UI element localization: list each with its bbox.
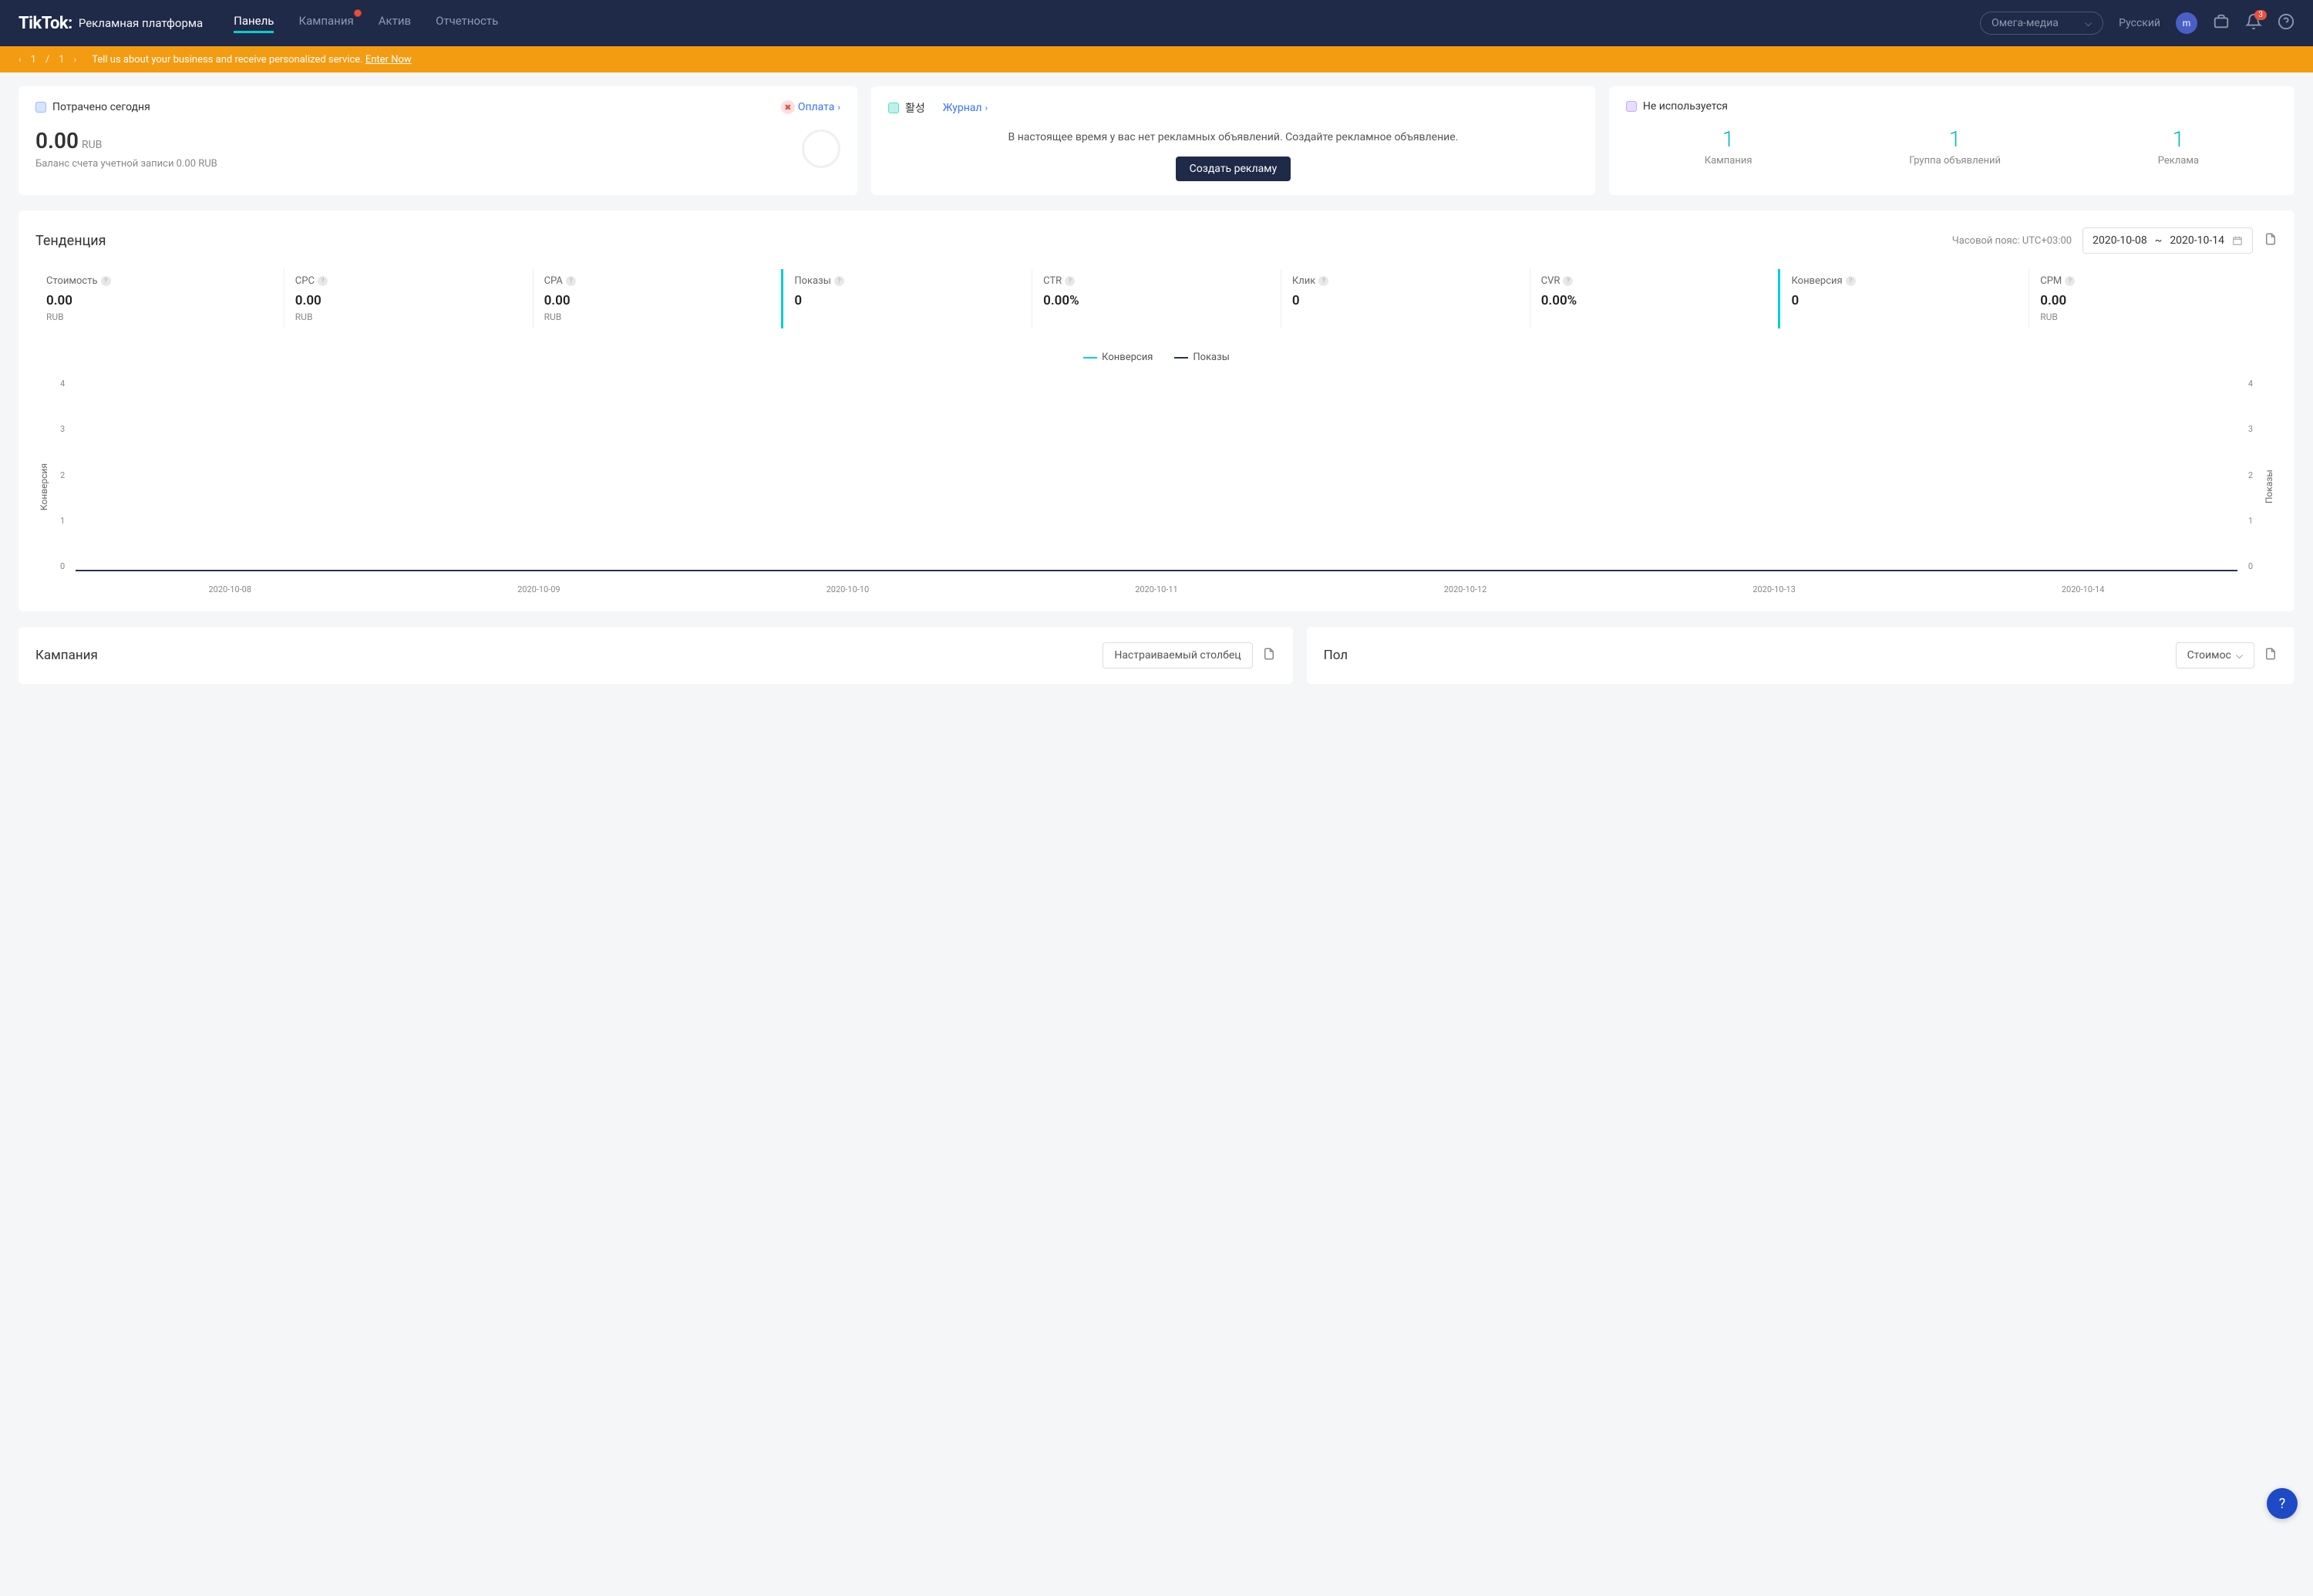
page-total: 1 bbox=[59, 54, 64, 66]
payment-link[interactable]: ✖Оплата› bbox=[781, 100, 840, 114]
briefcase-icon[interactable] bbox=[2213, 13, 2230, 33]
prev-icon[interactable]: ‹ bbox=[19, 54, 22, 65]
gender-card: Пол Стоимос⌵ bbox=[1307, 627, 2294, 684]
notice-banner: ‹ 1 / 1 › Tell us about your business an… bbox=[0, 46, 2313, 72]
calendar-icon bbox=[2232, 235, 2243, 246]
badge-icon bbox=[354, 9, 362, 17]
date-range-picker[interactable]: 2020-10-08 ~ 2020-10-14 bbox=[2082, 227, 2253, 254]
tendency-title: Тенденция bbox=[35, 233, 106, 249]
metric-Конверсия[interactable]: Конверсия?0 bbox=[1778, 269, 2029, 328]
account-selector[interactable]: Омега-медиа ⌵ bbox=[1980, 12, 2103, 35]
nav-report[interactable]: Отчетность bbox=[436, 14, 498, 33]
metric-CPA[interactable]: CPA?0.00RUB bbox=[533, 269, 782, 328]
tendency-card: Тенденция Часовой пояс: UTC+03:00 2020-1… bbox=[19, 210, 2294, 611]
avatar[interactable]: m bbox=[2176, 12, 2197, 34]
info-icon: ? bbox=[1065, 276, 1075, 286]
export-icon[interactable] bbox=[2264, 647, 2278, 664]
journal-link[interactable]: Журнал › bbox=[943, 102, 988, 114]
logo-subtitle: Рекламная платформа bbox=[79, 16, 203, 30]
info-icon: ? bbox=[566, 276, 576, 286]
banner-link[interactable]: Enter Now bbox=[365, 54, 412, 66]
info-icon: ? bbox=[101, 276, 111, 286]
stat-item: 1Реклама bbox=[2158, 126, 2199, 167]
info-icon: ? bbox=[318, 276, 328, 286]
square-icon bbox=[1626, 101, 1637, 112]
custom-column-button[interactable]: Настраиваемый столбец bbox=[1103, 642, 1252, 668]
metric-Клик[interactable]: Клик?0 bbox=[1281, 269, 1530, 328]
chevron-down-icon: ⌵ bbox=[2236, 650, 2243, 662]
banner-message: Tell us about your business and receive … bbox=[92, 54, 411, 66]
cost-selector[interactable]: Стоимос⌵ bbox=[2176, 642, 2254, 668]
metric-CVR[interactable]: CVR?0.00% bbox=[1530, 269, 1779, 328]
help-icon[interactable] bbox=[2278, 13, 2294, 33]
top-header: TikTok: Рекламная платформа Панель Кампа… bbox=[0, 0, 2313, 46]
notif-badge: 3 bbox=[2254, 10, 2267, 20]
nav-panel[interactable]: Панель bbox=[234, 14, 274, 33]
page-current: 1 bbox=[31, 54, 36, 66]
stat-item: 1Группа объявлений bbox=[1909, 126, 2001, 167]
chart-plot bbox=[76, 383, 2237, 571]
legend-line-icon bbox=[1174, 357, 1188, 359]
main-nav: Панель Кампания Актив Отчетность bbox=[234, 14, 498, 33]
info-icon: ? bbox=[2065, 276, 2075, 286]
no-ads-message: В настоящее время у вас нет рекламных об… bbox=[888, 130, 1578, 146]
logo: TikTok: bbox=[19, 14, 72, 33]
header-right: Омега-медиа ⌵ Русский m 3 bbox=[1980, 12, 2294, 35]
info-icon: ? bbox=[1563, 276, 1573, 286]
export-icon[interactable] bbox=[2264, 232, 2278, 249]
y-axis-left-label: Конверсия bbox=[35, 379, 52, 594]
chart-legend: Конверсия Показы bbox=[35, 352, 2278, 363]
campaign-title: Кампания bbox=[35, 648, 98, 663]
metric-CPC[interactable]: CPC?0.00RUB bbox=[284, 269, 533, 328]
campaign-card: Кампания Настраиваемый столбец bbox=[19, 627, 1293, 684]
metric-Стоимость[interactable]: Стоимость?0.00RUB bbox=[35, 269, 284, 328]
square-icon bbox=[888, 103, 899, 113]
card-unused: Не используется 1Кампания1Группа объявле… bbox=[1609, 86, 2294, 195]
metric-CPM[interactable]: CPM?0.00RUB bbox=[2029, 269, 2278, 328]
help-fab-button[interactable]: ? bbox=[2267, 1488, 2298, 1519]
square-icon bbox=[35, 102, 46, 113]
spend-amount: 0.00 bbox=[35, 128, 79, 153]
stat-item: 1Кампания bbox=[1705, 126, 1752, 167]
next-icon[interactable]: › bbox=[74, 54, 77, 65]
y-axis-right-label: Показы bbox=[2261, 379, 2278, 594]
warning-icon: ✖ bbox=[781, 100, 795, 114]
chevron-down-icon: ⌵ bbox=[2085, 18, 2092, 29]
language-selector[interactable]: Русский bbox=[2119, 17, 2160, 29]
bell-icon[interactable]: 3 bbox=[2245, 13, 2262, 33]
chevron-right-icon: › bbox=[985, 103, 988, 113]
balance-text: Баланс счета учетной записи 0.00 RUB bbox=[35, 158, 217, 170]
chevron-right-icon: › bbox=[837, 102, 840, 113]
timezone-label: Часовой пояс: UTC+03:00 bbox=[1952, 235, 2072, 247]
progress-ring-icon bbox=[802, 130, 840, 168]
tendency-chart: 43210 43210 2020-10-082020-10-092020-10-… bbox=[52, 379, 2261, 594]
export-icon[interactable] bbox=[1262, 647, 1276, 664]
metric-Показы[interactable]: Показы?0 bbox=[781, 269, 1032, 328]
info-icon: ? bbox=[1318, 276, 1328, 286]
info-icon: ? bbox=[834, 276, 844, 286]
card-spend: Потрачено сегодня ✖Оплата› 0.00RUB Балан… bbox=[19, 86, 857, 195]
create-ad-button[interactable]: Создать рекламу bbox=[1176, 157, 1291, 181]
card-active: 활성 Журнал › В настоящее время у вас нет … bbox=[871, 86, 1595, 195]
gender-title: Пол bbox=[1324, 648, 1348, 663]
info-icon: ? bbox=[1846, 276, 1856, 286]
metric-CTR[interactable]: CTR?0.00% bbox=[1032, 269, 1281, 328]
nav-asset[interactable]: Актив bbox=[379, 14, 411, 33]
nav-campaign[interactable]: Кампания bbox=[298, 14, 353, 33]
legend-line-icon bbox=[1083, 357, 1097, 359]
